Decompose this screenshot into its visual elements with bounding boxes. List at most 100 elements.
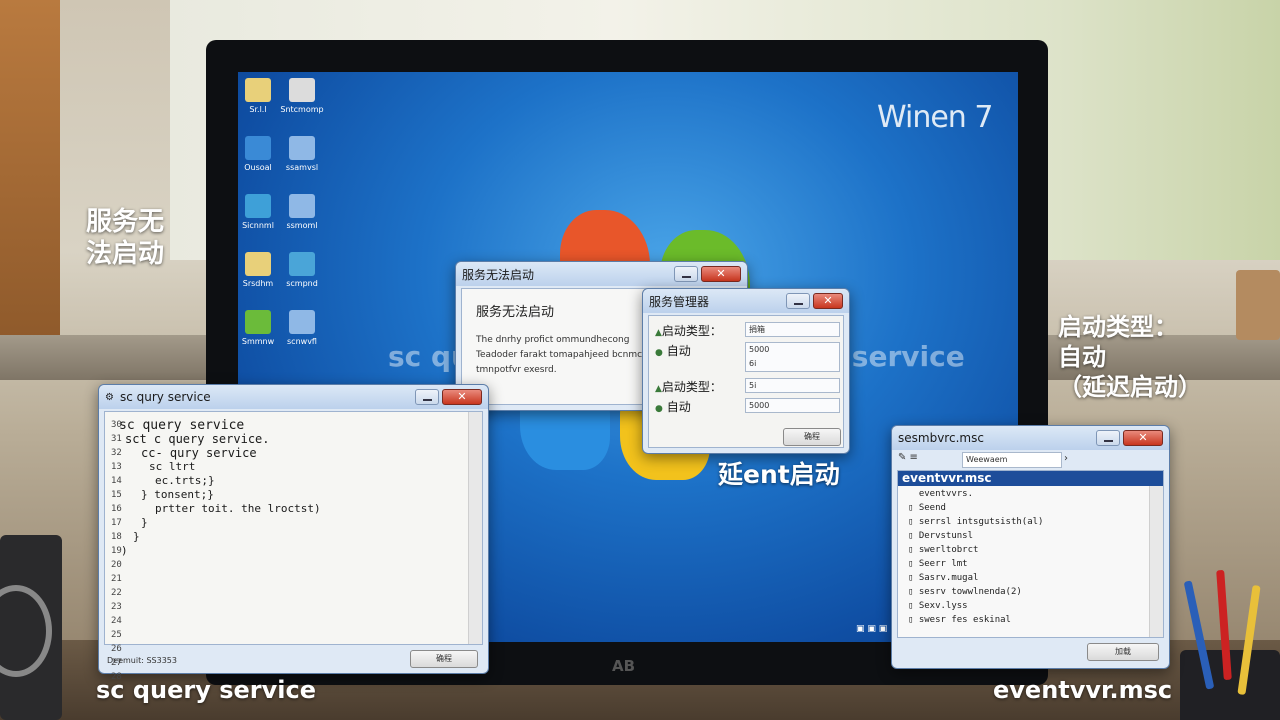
app-icon [245, 252, 271, 276]
error-dialog-title: 服务无法启动 [462, 267, 535, 282]
minimize-button[interactable] [786, 293, 810, 309]
list-item[interactable]: ▯ Dervstunsl [908, 531, 973, 541]
desktop-icon-label: Smmnw [241, 337, 275, 346]
status-text: Deemuit: SS3353 [107, 656, 177, 665]
line-number: 13 [111, 462, 122, 472]
load-button[interactable]: 加载 [1087, 643, 1159, 661]
list-item[interactable]: ▯ Sexv.lyss [908, 601, 968, 611]
auto-field[interactable]: 5000 6i [745, 342, 840, 372]
line-number: 16 [111, 504, 122, 514]
auto-label: ● 自动 [655, 344, 691, 358]
caption-service-failed: 服务无 法启动 [86, 207, 165, 269]
line-number: 14 [111, 476, 122, 486]
desktop-icon-label: Sntcmomp [280, 105, 324, 114]
ok-button[interactable]: 确程 [410, 650, 478, 668]
list-item[interactable]: eventvvrs. [908, 489, 973, 499]
list-item[interactable]: ▯ Sasrv.mugal [908, 573, 978, 583]
desktop-icon[interactable]: ssmoml [272, 194, 332, 230]
desktop-icon-label: Ousoal [244, 163, 272, 172]
command-window-titlebar[interactable]: ⚙ sc qury service ✕ [99, 385, 488, 409]
error-dialog-titlebar[interactable]: 服务无法启动 ✕ [456, 262, 747, 286]
vertical-scrollbar[interactable] [468, 412, 482, 644]
ok-button[interactable]: 确程 [783, 428, 841, 446]
line-number: 32 [111, 448, 122, 458]
startup-type-field[interactable]: 捐箱 [745, 322, 840, 337]
app-icon [289, 136, 315, 160]
monitor-logo: AB [612, 657, 636, 675]
system-tray[interactable]: ▣ ▣ ▣ [856, 624, 887, 634]
desktop-icon-label: Srsdhm [242, 279, 274, 288]
close-button[interactable]: ✕ [1123, 430, 1163, 446]
services-manager-dialog: 服务管理器 ✕ ▲启动类型： 捐箱 ● 自动 5000 6i ▲启动类型： 5i… [642, 288, 850, 454]
plant-pot [1236, 270, 1280, 340]
event-viewer-title: sesmbvrc.msc [898, 431, 984, 445]
minimize-button[interactable] [1096, 430, 1120, 446]
toolbar-icon[interactable]: ✎ ≡ [898, 452, 918, 463]
app-icon [289, 78, 315, 102]
event-viewer-titlebar[interactable]: sesmbvrc.msc ✕ [892, 426, 1169, 450]
line-number: 23 [111, 602, 122, 612]
selected-item[interactable]: eventvvr.msc [898, 471, 1163, 486]
line-number: 25 [111, 630, 122, 640]
desktop-icon[interactable]: ssamvsl [272, 136, 332, 172]
list-item[interactable]: ▯ sesrv towwlnenda(2) [908, 587, 1022, 597]
app-icon [289, 252, 315, 276]
startup-type-label: ▲启动类型： [655, 324, 722, 338]
desktop-icon-label: ssmoml [286, 221, 318, 230]
list-item[interactable]: ▯ Seerr lmt [908, 559, 968, 569]
desktop-icon-label: scnwvfl [287, 337, 317, 346]
close-button[interactable]: ✕ [701, 266, 741, 282]
services-dialog-titlebar[interactable]: 服务管理器 ✕ [643, 289, 849, 313]
close-button[interactable]: ✕ [442, 389, 482, 405]
command-window-title: sc qury service [119, 390, 211, 404]
app-icon [289, 194, 315, 218]
desktop-icon-label: ssamvsl [285, 163, 319, 172]
list-item[interactable]: ▯ serrsl intsgutsisth(al) [908, 517, 1043, 527]
code-line[interactable]: cc- qury service [141, 446, 257, 460]
list-item[interactable]: ▯ swesr fes eskinal [908, 615, 1011, 625]
chevron-right-icon[interactable]: › [1064, 453, 1068, 464]
desktop-icon-label: Sr.l.l [249, 105, 267, 114]
event-toolbar: ✎ ≡ Weewaem › [898, 452, 1163, 470]
app-icon [245, 78, 271, 102]
list-item[interactable]: ▯ swerltobrct [908, 545, 978, 555]
line-number: 20 [111, 560, 122, 570]
line-number: 26 [111, 644, 122, 654]
app-icon [289, 310, 315, 334]
code-line[interactable]: } tonsent;} [141, 488, 214, 501]
line-number: 15 [111, 490, 122, 500]
minimize-button[interactable] [415, 389, 439, 405]
desktop-icon[interactable]: Sntcmomp [272, 78, 332, 114]
code-line[interactable]: } [133, 530, 140, 543]
code-line[interactable]: sc ltrt [149, 460, 195, 473]
desktop-icon[interactable]: scnwvfl [272, 310, 332, 346]
minimize-button[interactable] [674, 266, 698, 282]
filter-field[interactable]: Weewaem [962, 452, 1062, 468]
caption-eventvwr: eventvvr.msc [993, 676, 1173, 704]
command-window: ⚙ sc qury service ✕ 30 31 32 13 14 15 16 17 18 19… [98, 384, 489, 682]
startup-type-label: ▲启动类型： [655, 380, 722, 394]
code-line[interactable]: sct c query service. [125, 432, 270, 446]
error-heading: 服务无法启动 [476, 305, 555, 320]
close-button[interactable]: ✕ [813, 293, 843, 309]
code-line[interactable]: ) [121, 544, 128, 557]
startup-type-field[interactable]: 5i [745, 378, 840, 393]
list-item[interactable]: ▯ Seend [908, 503, 946, 513]
vertical-scrollbar[interactable] [1149, 486, 1163, 637]
background-curtain [0, 0, 60, 340]
caption-sc-query: sc query service [96, 676, 317, 704]
code-line[interactable]: sc query service [119, 418, 244, 433]
os-version-label: Winen 7 [877, 100, 993, 135]
line-number: 24 [111, 616, 122, 626]
code-line[interactable]: prtter toit. the lroctst) [155, 502, 321, 515]
auto-field[interactable]: 5000 [745, 398, 840, 413]
speaker [0, 535, 62, 720]
desktop-icon[interactable]: scmpnd [272, 252, 332, 288]
line-number: 21 [111, 574, 122, 584]
app-icon [245, 194, 271, 218]
caption-startup-type: 启动类型： 自动 （延迟启动） [1058, 313, 1202, 401]
code-line[interactable]: } [141, 516, 148, 529]
desktop-icon-label: scmpnd [286, 279, 318, 288]
gear-icon: ⚙ [105, 391, 114, 403]
code-line[interactable]: ec.trts;} [155, 474, 215, 487]
